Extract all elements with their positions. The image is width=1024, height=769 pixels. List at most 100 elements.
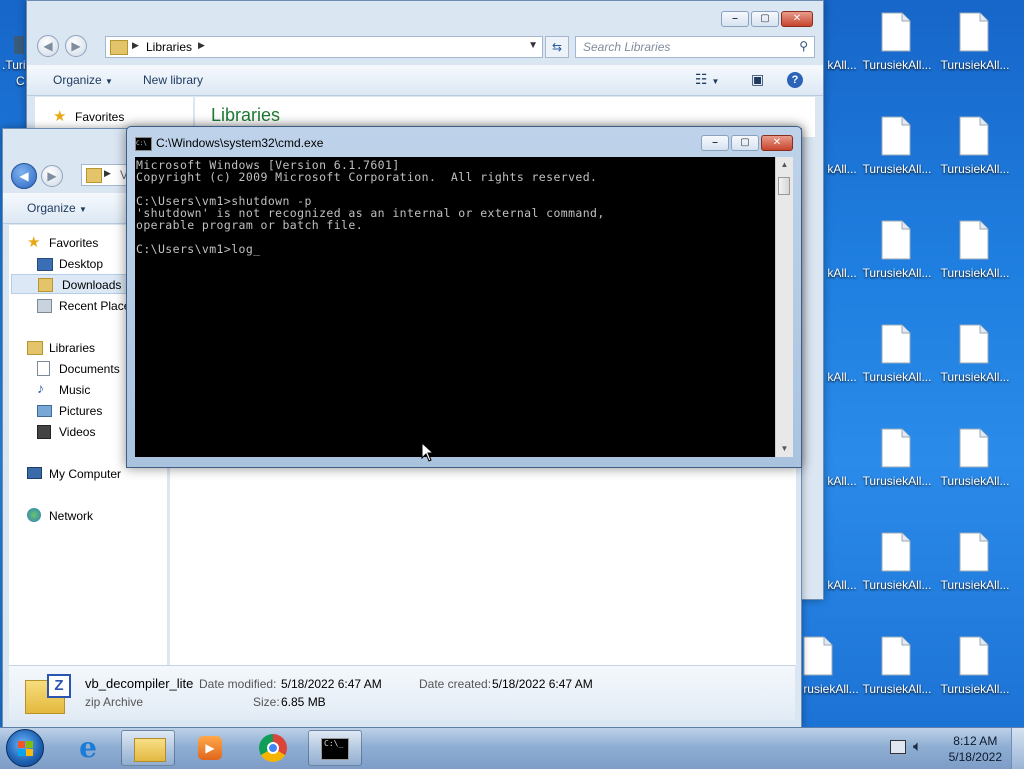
desktop-file-icon[interactable]: TurusiekAll... <box>858 324 936 404</box>
taskbar-media-player[interactable]: ▶ <box>184 730 238 766</box>
desktop-file-icon[interactable]: TurusiekAll... <box>858 220 936 300</box>
document-icon <box>959 116 989 156</box>
desktop-file-icon[interactable]: rusiekAll... <box>800 636 862 716</box>
desktop-file-label: kAll... <box>827 370 857 384</box>
library-icon <box>27 341 43 355</box>
show-desktop-button[interactable] <box>1011 728 1024 769</box>
new-library-button[interactable]: New library <box>143 73 203 87</box>
desktop-file-icon[interactable]: TurusiekAll... <box>936 116 1014 196</box>
date-modified-label: Date modified: <box>199 677 277 691</box>
organize-button[interactable]: Organize ▼ <box>53 73 113 87</box>
start-button[interactable] <box>6 729 44 767</box>
desktop-file-icon[interactable]: kAll... <box>822 116 862 196</box>
maximize-button[interactable]: ▢ <box>751 11 779 27</box>
minimize-button[interactable]: – <box>701 135 729 151</box>
taskbar: e ▶ C:\_ 🔈︎ 8:12 AM 5/18/2022 <box>0 727 1024 769</box>
organize-button[interactable]: Organize ▼ <box>27 201 87 215</box>
desktop-icon <box>37 258 53 271</box>
console-line: operable program or batch file. <box>136 218 364 232</box>
breadcrumb-chevron-icon: ▶ <box>198 40 205 50</box>
computer-icon <box>27 467 42 479</box>
back-button[interactable]: ◀ <box>11 163 37 189</box>
taskbar-internet-explorer[interactable]: e <box>62 730 116 766</box>
refresh-icon: ⇆ <box>551 40 563 54</box>
scroll-down-arrow-icon[interactable]: ▼ <box>776 441 793 457</box>
date-modified-value: 5/18/2022 6:47 AM <box>281 677 382 691</box>
desktop-partial-icon[interactable]: .Turi C <box>0 36 26 92</box>
scroll-up-arrow-icon[interactable]: ▲ <box>776 157 793 173</box>
desktop-file-icon[interactable]: TurusiekAll... <box>936 220 1014 300</box>
desktop-file-icon[interactable]: TurusiekAll... <box>858 12 936 92</box>
address-bar[interactable]: ▶ V <box>81 164 131 186</box>
forward-arrow-icon: ▶ <box>47 169 57 183</box>
address-dropdown-icon[interactable]: ▼ <box>528 40 538 51</box>
scroll-thumb[interactable] <box>778 177 790 195</box>
desktop-file-icon[interactable]: TurusiekAll... <box>936 324 1014 404</box>
cmd-window[interactable]: C:\ C:\Windows\system32\cmd.exe – ▢ ✕ Mi… <box>126 126 802 468</box>
star-icon: ★ <box>27 234 41 251</box>
preview-pane-icon[interactable]: ▣ <box>751 71 764 88</box>
close-button[interactable]: ✕ <box>781 11 813 27</box>
close-button[interactable]: ✕ <box>761 135 793 151</box>
vertical-scrollbar[interactable]: ▲ ▼ <box>775 157 793 457</box>
maximize-icon: ▢ <box>740 137 750 148</box>
cmd-title: C:\Windows\system32\cmd.exe <box>156 136 324 150</box>
console-line: Copyright (c) 2009 Microsoft Corporation… <box>136 170 598 184</box>
music-note-icon: ♪ <box>37 380 44 396</box>
desktop-file-label: TurusiekAll... <box>862 578 932 592</box>
desktop-file-icon[interactable]: kAll... <box>822 220 862 300</box>
refresh-button[interactable]: ⇆ <box>545 36 569 58</box>
desktop-file-icon[interactable]: kAll... <box>822 532 862 612</box>
desktop-file-label: kAll... <box>827 578 857 592</box>
document-icon <box>959 220 989 260</box>
app-icon <box>14 36 24 54</box>
command-bar: Organize ▼ New library ☷ ▼ ▣ ? <box>27 65 823 96</box>
volume-tray-icon[interactable]: 🔈︎ <box>913 738 922 755</box>
address-bar[interactable]: ▶ Libraries ▶ ▼ <box>105 36 543 58</box>
forward-button[interactable]: ▶ <box>65 35 87 57</box>
desktop-file-icon[interactable]: kAll... <box>822 324 862 404</box>
desktop-file-icon[interactable]: TurusiekAll... <box>858 116 936 196</box>
maximize-button[interactable]: ▢ <box>731 135 759 151</box>
system-clock[interactable]: 8:12 AM 5/18/2022 <box>949 733 1002 765</box>
taskbar-chrome[interactable] <box>247 730 301 766</box>
size-value: 6.85 MB <box>281 695 326 709</box>
taskbar-windows-explorer[interactable] <box>121 730 175 766</box>
help-icon[interactable]: ? <box>787 72 803 88</box>
date-created-value: 5/18/2022 6:47 AM <box>492 677 593 691</box>
clock-time: 8:12 AM <box>953 734 998 748</box>
desktop-file-label: TurusiekAll... <box>940 474 1010 488</box>
desktop-file-label: TurusiekAll... <box>940 58 1010 72</box>
desktop-file-icon[interactable]: TurusiekAll... <box>936 428 1014 508</box>
desktop-file-label: TurusiekAll... <box>940 266 1010 280</box>
back-button[interactable]: ◀ <box>37 35 59 57</box>
desktop-file-icon[interactable]: kAll... <box>822 428 862 508</box>
forward-button[interactable]: ▶ <box>41 165 63 187</box>
minimize-icon: – <box>732 13 738 24</box>
folder-icon <box>86 168 102 183</box>
breadcrumb-libraries[interactable]: Libraries <box>146 40 192 54</box>
desktop-file-icon[interactable]: TurusiekAll... <box>858 532 936 612</box>
search-input[interactable]: Search Libraries ⚲ <box>575 36 815 58</box>
taskbar-cmd[interactable]: C:\_ <box>308 730 362 766</box>
document-icon <box>881 324 911 364</box>
desktop-file-icon[interactable]: TurusiekAll... <box>858 636 936 716</box>
desktop-file-label: kAll... <box>827 162 857 176</box>
desktop-file-icon[interactable]: TurusiekAll... <box>936 12 1014 92</box>
view-options-icon[interactable]: ☷ ▼ <box>695 71 719 88</box>
network-tray-icon[interactable] <box>890 740 906 754</box>
file-name: vb_decompiler_lite <box>85 676 194 691</box>
document-icon <box>881 428 911 468</box>
desktop-file-icon[interactable]: kAll... <box>822 12 862 92</box>
desktop-file-label: TurusiekAll... <box>862 682 932 696</box>
windows-logo-icon <box>18 741 34 757</box>
minimize-icon: – <box>712 137 718 148</box>
console-prompt-line: C:\Users\vm1>log_ <box>136 242 261 256</box>
star-icon: ★ <box>53 108 67 125</box>
console-output[interactable]: Microsoft Windows [Version 6.1.7601] Cop… <box>135 157 775 457</box>
desktop-file-icon[interactable]: TurusiekAll... <box>858 428 936 508</box>
minimize-button[interactable]: – <box>721 11 749 27</box>
desktop-file-icon[interactable]: TurusiekAll... <box>936 532 1014 612</box>
film-strip-icon <box>37 425 51 439</box>
desktop-file-icon[interactable]: TurusiekAll... <box>936 636 1014 716</box>
